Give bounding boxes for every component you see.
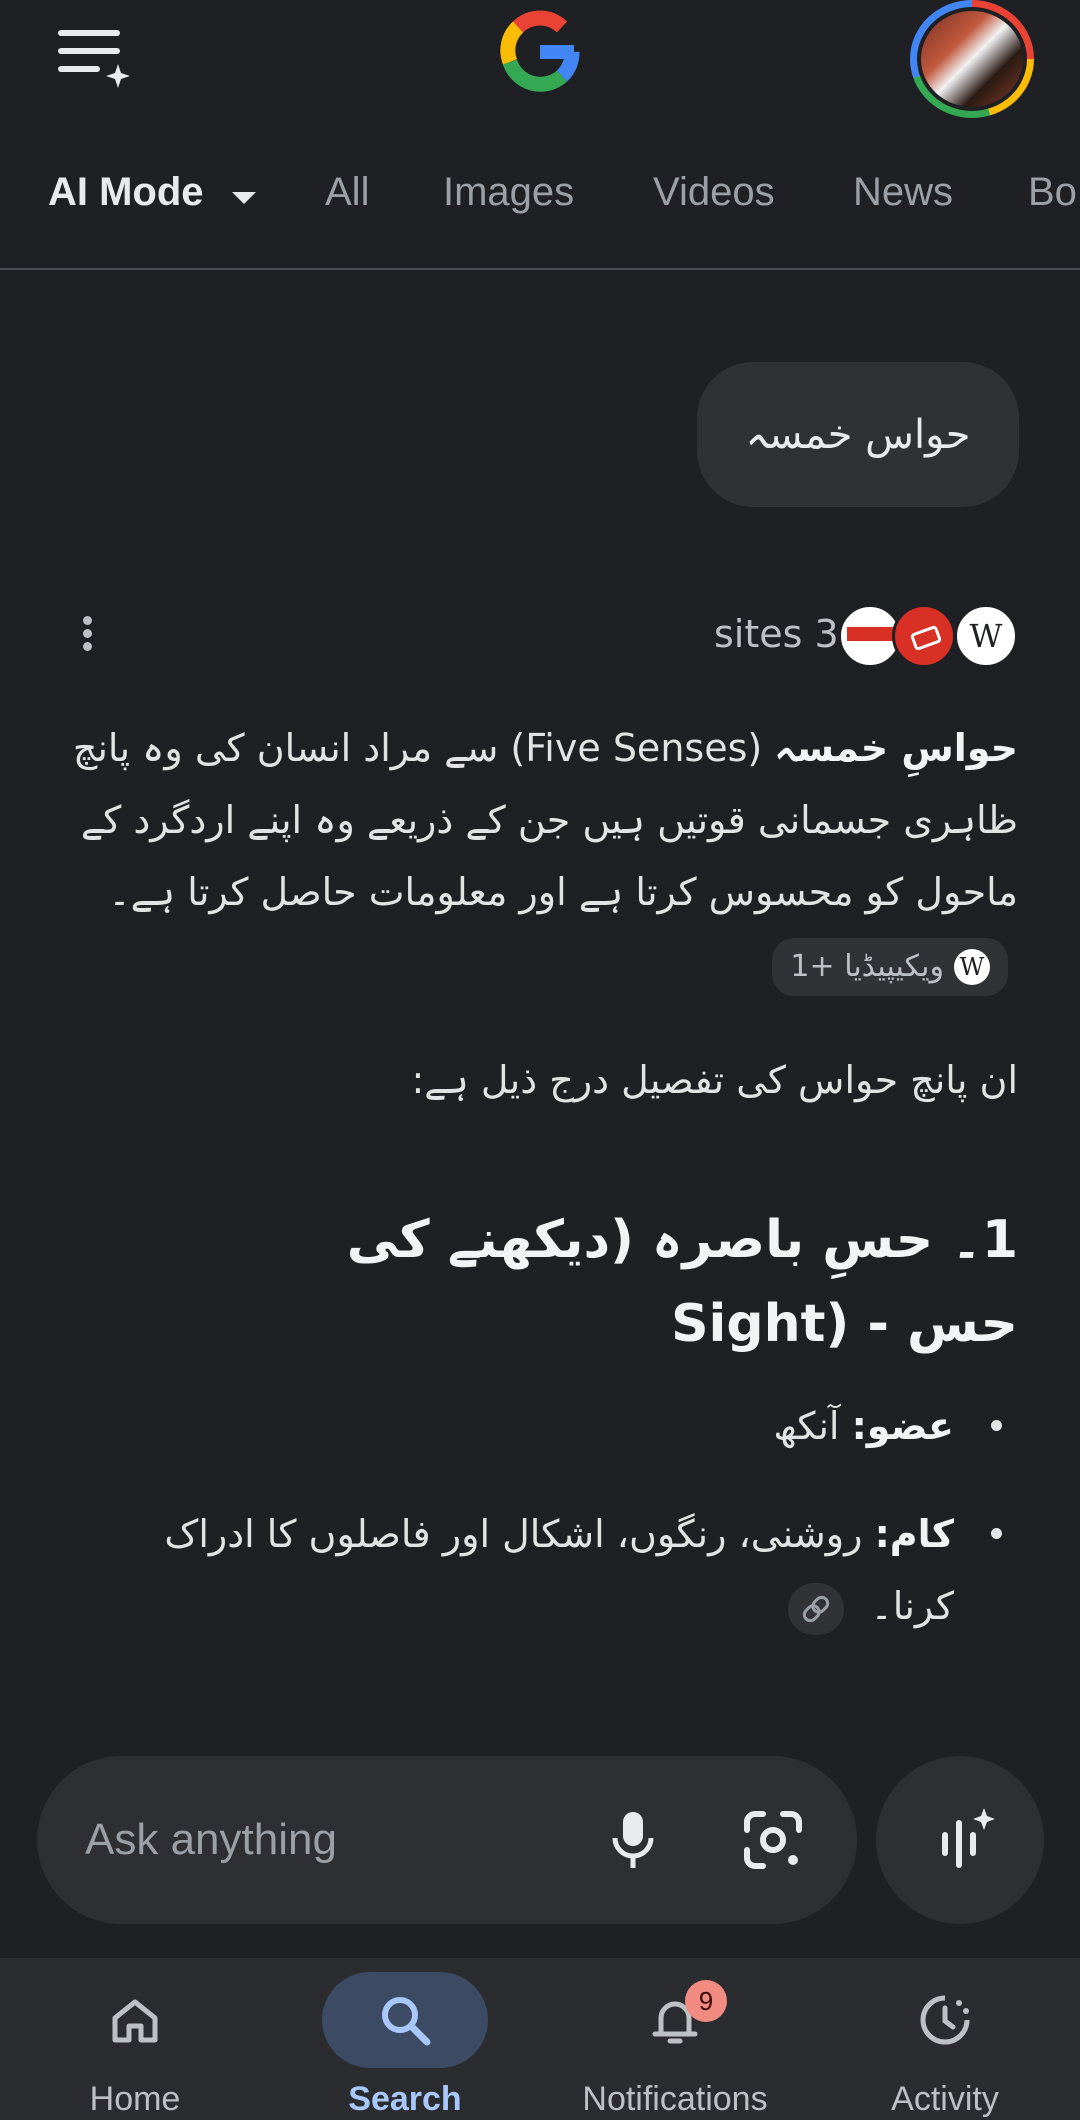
list-item: کام: روشنی، رنگوں، اشکال اور فاصلوں کا ا… xyxy=(118,1498,1018,1642)
nav-home[interactable]: Home xyxy=(0,1958,270,2120)
citation-chip-label: ویکیپیڈیا +1 xyxy=(790,948,944,984)
bullet-term: عضو: xyxy=(851,1404,954,1448)
google-lens-icon[interactable] xyxy=(733,1800,813,1880)
avatar-photo xyxy=(917,7,1027,111)
page: AI Mode All Images Videos News Bo حواس خ… xyxy=(0,0,1080,2120)
tab-images[interactable]: Images xyxy=(443,170,574,215)
answer-paragraph-2: ان پانچ حواس کی تفصیل درج ذیل ہے: xyxy=(411,1058,1018,1102)
answer-paragraph-1: حواسِ خمسہ (Five Senses) سے مراد انسان ک… xyxy=(58,712,1018,1000)
live-mode-button[interactable] xyxy=(876,1756,1044,1924)
activity-icon xyxy=(915,1990,975,2050)
nav-search-label: Search xyxy=(348,2080,462,2118)
top-bar xyxy=(0,0,1080,118)
tab-videos[interactable]: Videos xyxy=(653,170,775,215)
citation-chip[interactable]: W ویکیپیڈیا +1 xyxy=(772,937,1008,996)
google-g-logo xyxy=(490,0,590,100)
answer-term: حواسِ خمسہ xyxy=(774,726,1018,770)
link-icon[interactable] xyxy=(788,1582,845,1635)
section-heading-english: Sight) xyxy=(671,1294,850,1354)
profile-avatar[interactable] xyxy=(910,0,1034,118)
nav-activity[interactable]: Activity xyxy=(810,1958,1080,2120)
nav-search[interactable]: Search xyxy=(270,1958,540,2120)
answer-term-english: (Five Senses) xyxy=(510,726,763,770)
red-news-icon[interactable] xyxy=(892,604,956,668)
chevron-down-icon[interactable] xyxy=(232,192,256,204)
nav-notifications[interactable]: 9 Notifications xyxy=(540,1958,810,2120)
notification-badge: 9 xyxy=(685,1980,727,2022)
wikipedia-icon[interactable]: W xyxy=(954,604,1018,668)
list-item: عضو: آنکھ xyxy=(118,1390,1018,1462)
tab-ai-mode[interactable]: AI Mode xyxy=(48,170,204,215)
bullet-term: کام: xyxy=(874,1512,954,1556)
home-icon xyxy=(105,1990,165,2050)
ask-input[interactable] xyxy=(85,1808,605,1872)
search-icon xyxy=(375,1990,435,2050)
microphone-icon[interactable] xyxy=(593,1800,673,1880)
bullet-text: آنکھ xyxy=(773,1404,840,1448)
nav-notifications-label: Notifications xyxy=(582,2080,768,2118)
bottom-nav: Home Search 9 Notifications Activity xyxy=(0,1958,1080,2120)
section-heading: 1۔ حسِ باصرہ (دیکھنے کی حس - Sight) xyxy=(238,1198,1018,1366)
search-tabs: AI Mode All Images Videos News Bo xyxy=(0,150,1080,270)
tab-books[interactable]: Bo xyxy=(1028,170,1077,215)
tab-news[interactable]: News xyxy=(853,170,953,215)
tab-all[interactable]: All xyxy=(325,170,369,215)
live-waveform-icon xyxy=(942,1808,995,1868)
bullet-list: عضو: آنکھ کام: روشنی، رنگوں، اشکال اور ف… xyxy=(118,1390,1018,1678)
sources-count[interactable]: sites 3 xyxy=(714,612,839,656)
more-vert-icon[interactable] xyxy=(74,612,100,662)
nav-activity-label: Activity xyxy=(891,2080,999,2118)
user-query-bubble: حواس خمسہ xyxy=(697,362,1019,507)
ask-bar xyxy=(37,1756,857,1924)
menu-sparkle-icon[interactable] xyxy=(56,24,136,94)
nav-home-label: Home xyxy=(89,2080,181,2118)
wikipedia-icon: W xyxy=(954,949,990,985)
